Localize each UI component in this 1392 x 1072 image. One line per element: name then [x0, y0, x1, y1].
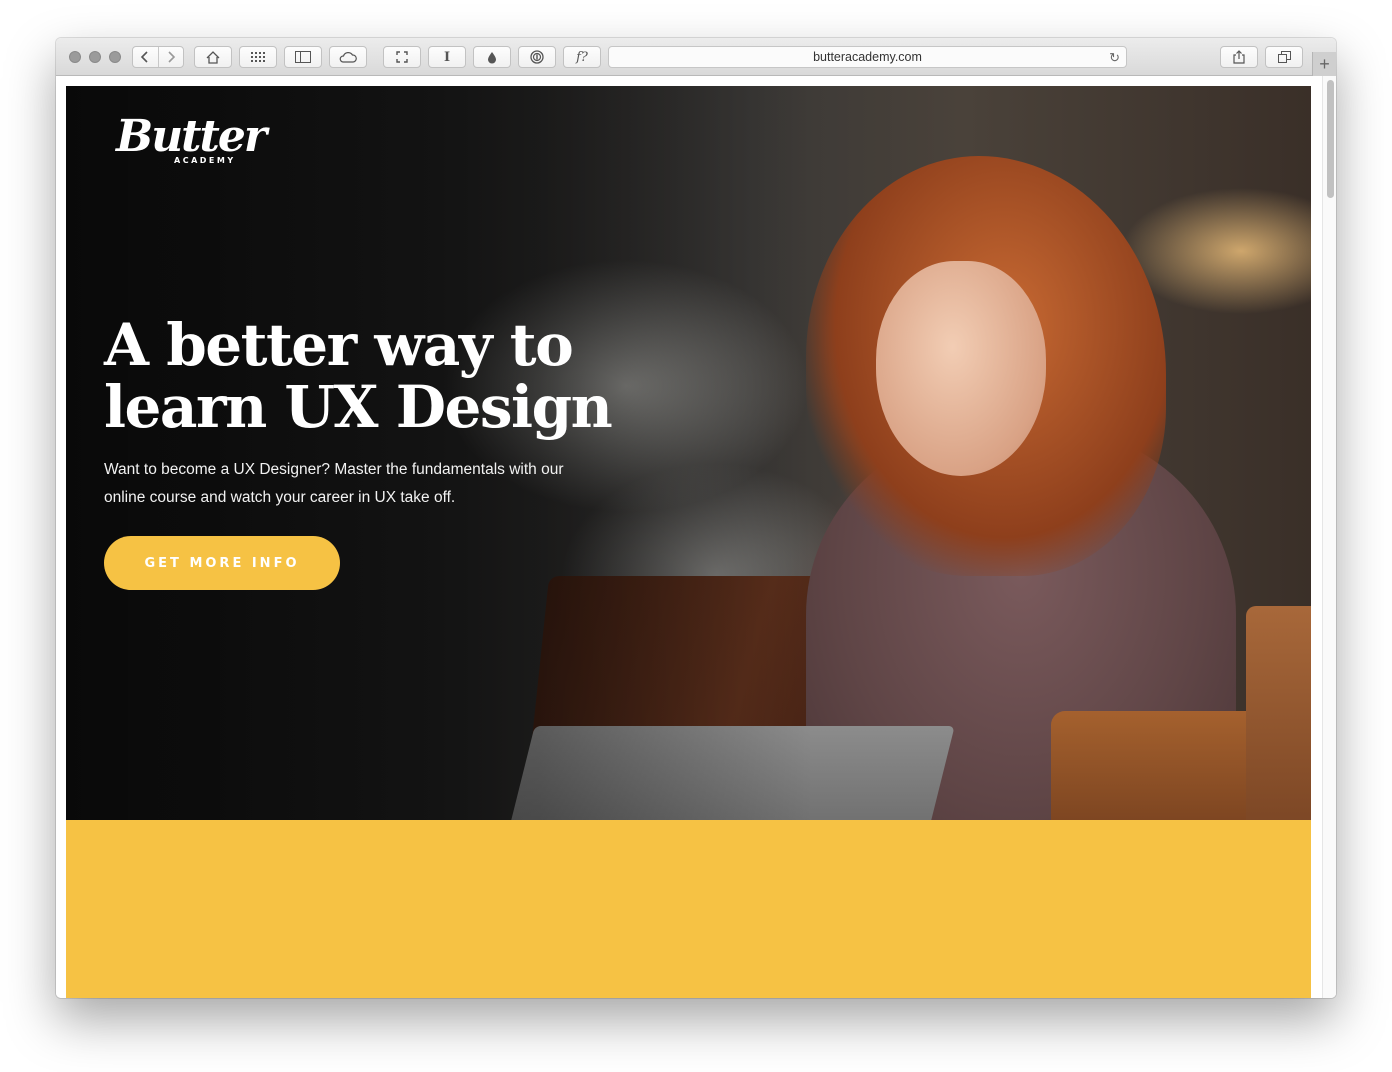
tabs-overview-button[interactable] [1265, 46, 1303, 68]
hero-headline: A better way to learn UX Design [104, 314, 704, 438]
cloud-icon [339, 51, 357, 63]
plus-icon: + [1319, 53, 1330, 74]
url-text: butteracademy.com [813, 50, 922, 64]
subtext-line-2: online course and watch your career in U… [104, 489, 456, 506]
reload-icon[interactable]: ↻ [1109, 50, 1120, 66]
drop-extension-button[interactable] [473, 46, 511, 68]
sidebar-icon [295, 51, 311, 63]
share-button[interactable] [1220, 46, 1258, 68]
nav-buttons [132, 46, 184, 68]
minimize-window-button[interactable] [89, 51, 101, 63]
expand-extension-button[interactable] [383, 46, 421, 68]
tabs-icon [1277, 51, 1291, 63]
headline-line-2: learn UX Design [104, 373, 613, 441]
headline-line-1: A better way to [104, 311, 574, 379]
yellow-section [66, 820, 1311, 998]
password-icon [530, 50, 544, 64]
drop-icon [488, 51, 496, 63]
hero-section: Butter ACADEMY A better way to learn UX … [66, 86, 1311, 820]
share-icon [1233, 50, 1245, 64]
chevron-right-icon [168, 51, 175, 63]
browser-toolbar: I f? butteracademy.com ↻ + [56, 38, 1336, 76]
get-more-info-button[interactable]: GET MORE INFO [104, 536, 340, 590]
top-sites-button[interactable] [239, 46, 277, 68]
home-icon [206, 50, 220, 64]
scrollbar-thumb[interactable] [1327, 80, 1334, 198]
hero-subtext: Want to become a UX Designer? Master the… [104, 456, 604, 512]
font-icon: f? [576, 49, 588, 65]
new-tab-button[interactable]: + [1312, 52, 1336, 76]
site-logo[interactable]: Butter ACADEMY [116, 111, 267, 166]
chevron-left-icon [141, 51, 148, 63]
address-bar[interactable]: butteracademy.com ↻ [608, 46, 1127, 68]
sidebar-button[interactable] [284, 46, 322, 68]
password-manager-button[interactable] [518, 46, 556, 68]
cloud-tabs-button[interactable] [329, 46, 367, 68]
logo-subtitle: ACADEMY [174, 156, 236, 165]
text-extension-button[interactable]: I [428, 46, 466, 68]
subtext-line-1: Want to become a UX Designer? Master the… [104, 461, 564, 478]
browser-window: I f? butteracademy.com ↻ + Butter ACADEM… [56, 38, 1336, 998]
grid-icon [251, 52, 265, 62]
close-window-button[interactable] [69, 51, 81, 63]
font-extension-button[interactable]: f? [563, 46, 601, 68]
back-button[interactable] [133, 47, 158, 67]
vertical-scrollbar[interactable] [1322, 76, 1336, 998]
zoom-window-button[interactable] [109, 51, 121, 63]
expand-icon [396, 51, 408, 63]
home-button[interactable] [194, 46, 232, 68]
forward-button[interactable] [157, 47, 184, 67]
hero-overlay [66, 86, 1311, 820]
text-cursor-icon: I [443, 49, 451, 65]
logo-wordmark: Butter [116, 111, 267, 162]
page-viewport: Butter ACADEMY A better way to learn UX … [56, 76, 1336, 998]
